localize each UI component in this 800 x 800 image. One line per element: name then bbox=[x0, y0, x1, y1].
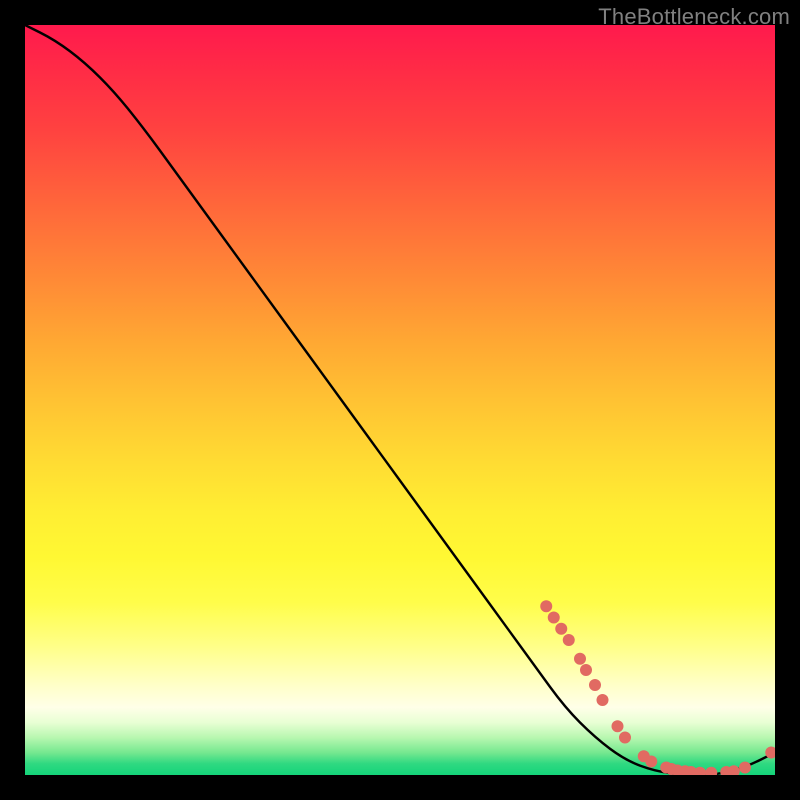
curve-marker bbox=[563, 634, 575, 646]
curve-marker bbox=[694, 767, 706, 775]
watermark-label: TheBottleneck.com bbox=[598, 4, 790, 30]
chart-frame: TheBottleneck.com bbox=[0, 0, 800, 800]
curve-marker bbox=[589, 679, 601, 691]
curve-marker bbox=[705, 767, 717, 775]
curve-layer bbox=[25, 25, 775, 775]
curve-marker bbox=[612, 720, 624, 732]
bottleneck-curve bbox=[25, 25, 775, 775]
curve-marker bbox=[555, 623, 567, 635]
curve-marker bbox=[619, 732, 631, 744]
curve-marker bbox=[739, 762, 751, 774]
curve-marker bbox=[597, 694, 609, 706]
curve-markers bbox=[540, 600, 775, 775]
plot-area bbox=[25, 25, 775, 775]
curve-marker bbox=[580, 664, 592, 676]
curve-marker bbox=[574, 653, 586, 665]
curve-marker bbox=[548, 612, 560, 624]
curve-marker bbox=[728, 765, 740, 775]
curve-marker bbox=[540, 600, 552, 612]
curve-marker bbox=[645, 756, 657, 768]
